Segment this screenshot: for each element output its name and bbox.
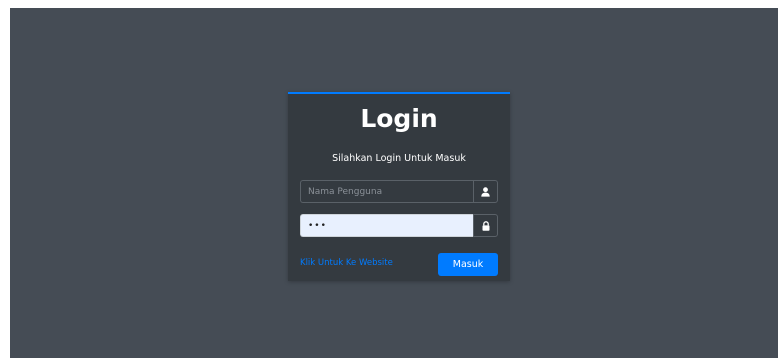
website-link[interactable]: Klik Untuk Ke Website — [300, 257, 393, 269]
user-icon — [473, 180, 498, 203]
page-background: Login Silahkan Login Untuk Masuk Klik Un… — [10, 8, 778, 358]
username-input-group — [300, 180, 498, 203]
login-button[interactable]: Masuk — [438, 253, 498, 276]
password-input[interactable] — [300, 214, 473, 237]
username-input[interactable] — [300, 180, 473, 203]
login-subtitle: Silahkan Login Untuk Masuk — [332, 153, 466, 164]
password-input-group — [300, 214, 498, 237]
lock-icon — [473, 214, 498, 237]
login-title: Login — [360, 104, 438, 133]
login-card: Login Silahkan Login Untuk Masuk Klik Un… — [288, 92, 510, 281]
